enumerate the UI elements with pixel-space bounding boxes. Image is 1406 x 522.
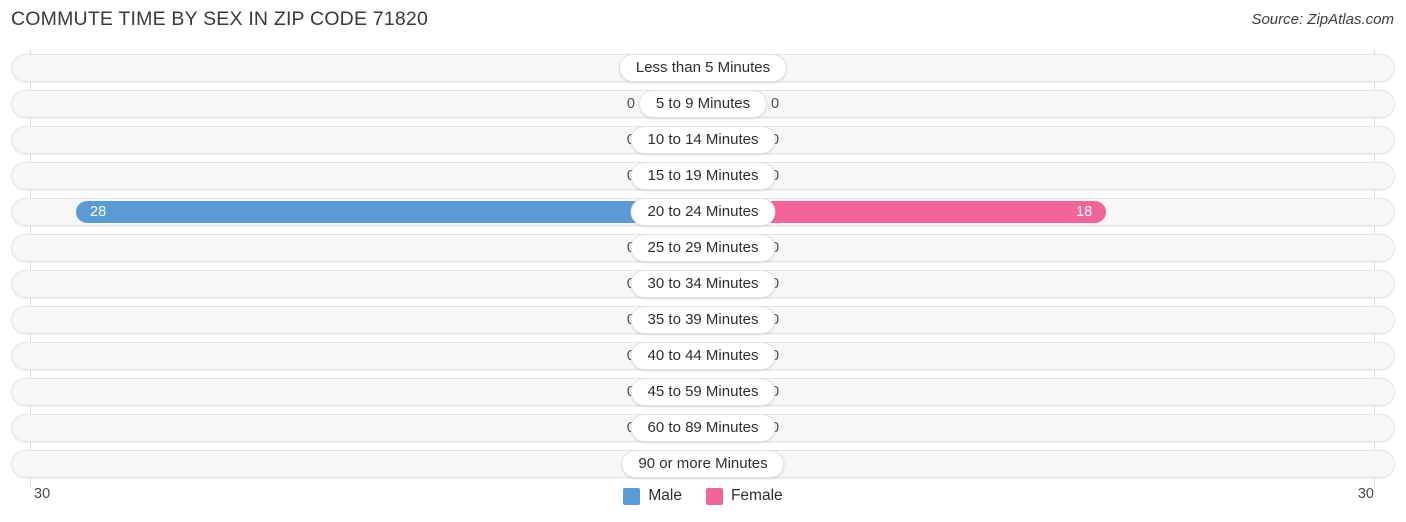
category-label: 10 to 14 Minutes [630, 126, 776, 154]
legend-label-female: Female [730, 487, 783, 504]
page-title: COMMUTE TIME BY SEX IN ZIP CODE 71820 [11, 8, 429, 30]
chart-row: 0090 or more Minutes [0, 446, 1406, 482]
source-attribution: Source: ZipAtlas.com [1251, 11, 1394, 28]
male-color-swatch [623, 487, 641, 505]
legend-label-male: Male [648, 487, 682, 504]
category-label: 5 to 9 Minutes [638, 90, 768, 118]
chart-row: 0040 to 44 Minutes [0, 338, 1406, 374]
female-value: 18 [1076, 204, 1093, 220]
chart-row: 28 18 20 to 24 Minutes [0, 194, 1406, 230]
chart-row: 0030 to 34 Minutes [0, 266, 1406, 302]
category-label: 30 to 34 Minutes [630, 270, 776, 298]
chart-row: 0060 to 89 Minutes [0, 410, 1406, 446]
chart-footer: 30 30 Male Female [0, 484, 1406, 522]
male-value: 0 [626, 96, 635, 112]
category-label: Less than 5 Minutes [618, 54, 788, 82]
category-label: 35 to 39 Minutes [630, 306, 776, 334]
female-value: 0 [771, 96, 780, 112]
category-label: 25 to 29 Minutes [630, 234, 776, 262]
category-label: 45 to 59 Minutes [630, 378, 776, 406]
legend-item-female[interactable]: Female [705, 487, 783, 505]
chart-row: 0 05 to 9 Minutes [0, 86, 1406, 122]
category-label: 40 to 44 Minutes [630, 342, 776, 370]
chart-row: 0035 to 39 Minutes [0, 302, 1406, 338]
chart-row: 0025 to 29 Minutes [0, 230, 1406, 266]
chart-row: 00Less than 5 Minutes [0, 50, 1406, 86]
female-color-swatch [705, 487, 723, 505]
chart-row: 0015 to 19 Minutes [0, 158, 1406, 194]
category-label: 90 or more Minutes [621, 450, 785, 478]
male-value: 28 [90, 204, 107, 220]
diverging-bar-chart: 00Less than 5 Minutes 0 05 to 9 Minutes 001… [0, 50, 1406, 488]
chart-page: COMMUTE TIME BY SEX IN ZIP CODE 71820 So… [0, 0, 1406, 522]
legend-item-male[interactable]: Male [623, 487, 682, 505]
category-label: 60 to 89 Minutes [630, 414, 776, 442]
male-bar[interactable]: 28 [76, 201, 703, 223]
chart-row: 0010 to 14 Minutes [0, 122, 1406, 158]
category-label: 15 to 19 Minutes [630, 162, 776, 190]
chart-row: 0045 to 59 Minutes [0, 374, 1406, 410]
chart-legend: Male Female [0, 487, 1406, 505]
category-label: 20 to 24 Minutes [630, 198, 776, 226]
